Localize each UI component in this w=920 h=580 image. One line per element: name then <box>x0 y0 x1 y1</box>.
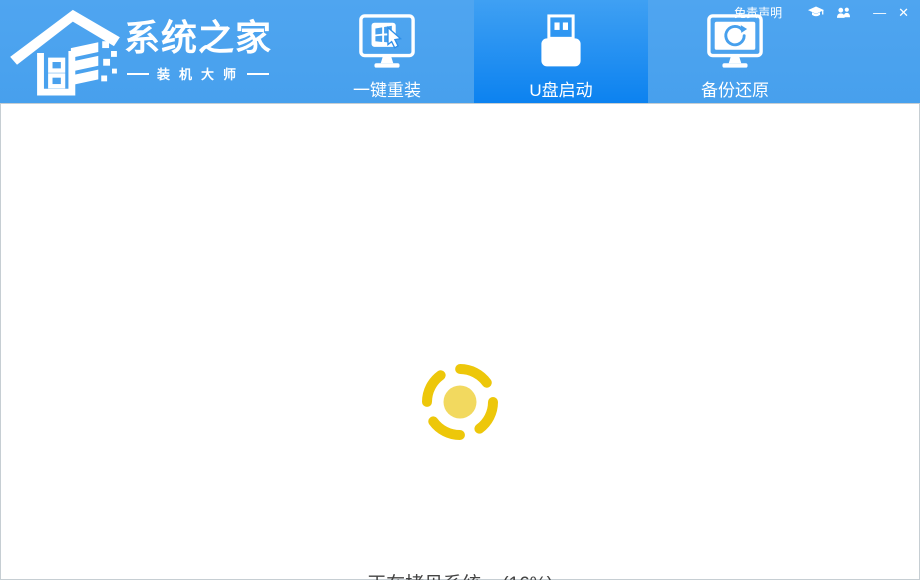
brand-house-logo-icon <box>10 4 120 98</box>
tab-usb-boot[interactable]: U盘启动 <box>474 0 648 103</box>
tab-label: 备份还原 <box>701 76 769 101</box>
tab-one-key-reinstall[interactable]: 一键重装 <box>300 0 474 103</box>
usb-drive-icon <box>533 12 589 74</box>
users-icon[interactable] <box>836 6 852 19</box>
tab-label: 一键重装 <box>353 76 421 101</box>
brand-subtitle: 装机大师 <box>157 64 245 83</box>
tab-label: U盘启动 <box>529 76 592 101</box>
disclaimer-link[interactable]: 免责声明 <box>734 4 782 21</box>
brand: 系统之家 装机大师 <box>10 4 272 98</box>
brand-text: 系统之家 装机大师 <box>124 20 272 83</box>
content-area: 正在拷贝系统... (16%) <box>0 103 920 580</box>
brand-name: 系统之家 <box>124 20 272 56</box>
status-text: 正在拷贝系统... (16%) <box>1 569 919 580</box>
graduation-cap-icon[interactable] <box>808 6 824 19</box>
monitor-refresh-icon <box>706 12 764 74</box>
monitor-windows-cursor-icon <box>358 12 416 74</box>
close-button[interactable]: ✕ <box>895 6 912 20</box>
loading-spinner-icon <box>418 360 502 449</box>
brand-subtitle-row: 装机大师 <box>124 64 272 83</box>
app-window: 系统之家 装机大师 <box>0 0 920 580</box>
subtitle-dash-left <box>127 73 149 75</box>
app-header: 系统之家 装机大师 <box>0 0 920 103</box>
minimize-button[interactable]: — <box>870 6 889 20</box>
titlebar-controls: 免责声明 — ✕ <box>734 4 912 21</box>
subtitle-dash-right <box>247 73 269 75</box>
